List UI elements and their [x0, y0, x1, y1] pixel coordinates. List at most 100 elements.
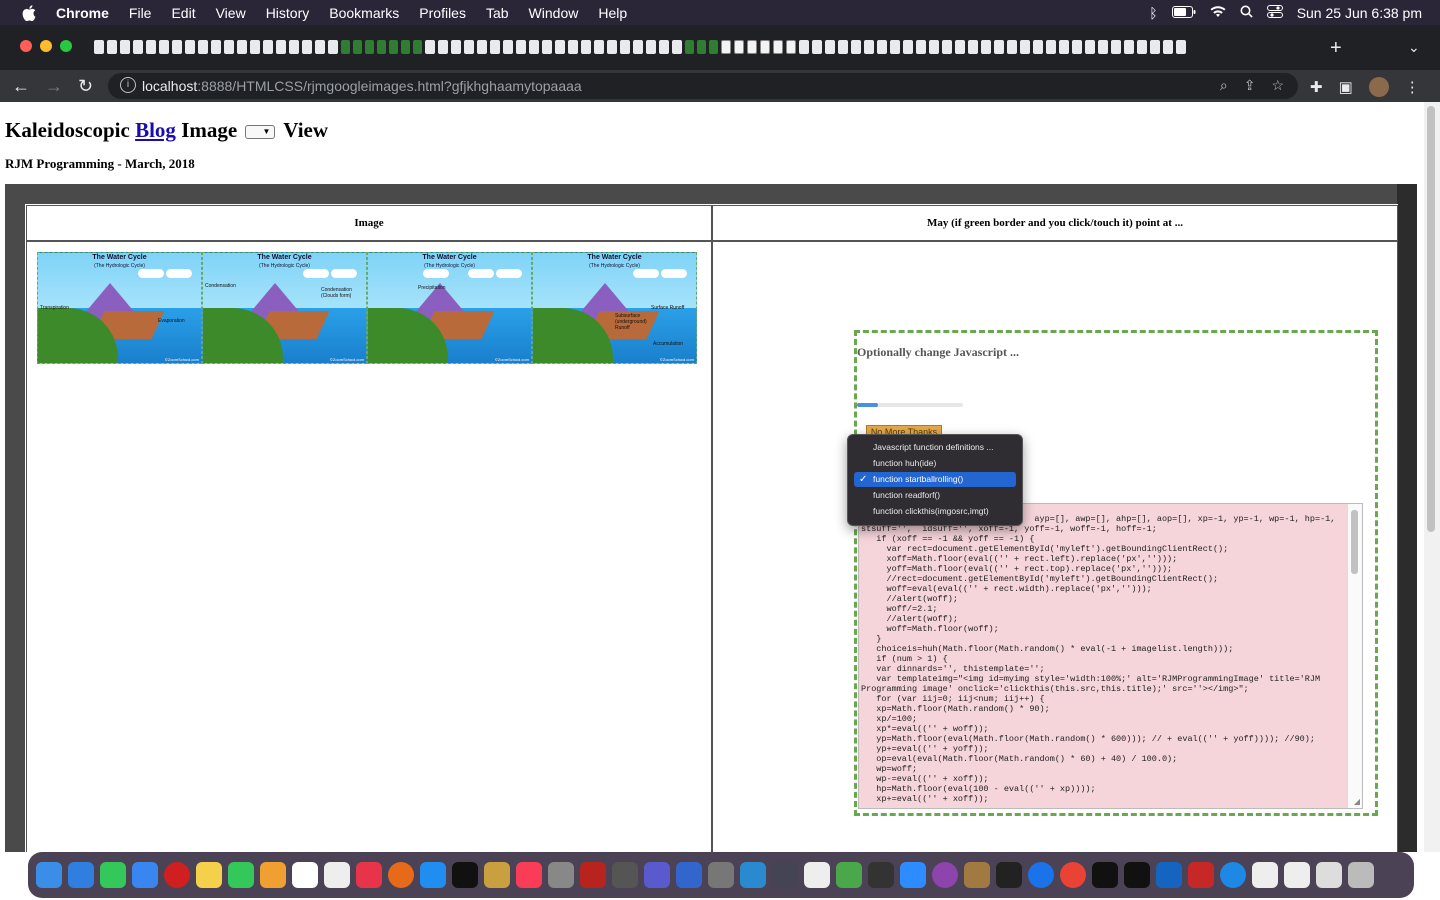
- tab[interactable]: [133, 40, 143, 54]
- apple-tv-icon[interactable]: [452, 862, 478, 888]
- tab[interactable]: [929, 40, 939, 54]
- xcode-icon[interactable]: [676, 862, 702, 888]
- function-select-dropdown[interactable]: Javascript function definitions ... func…: [847, 434, 1023, 526]
- tab[interactable]: [1033, 40, 1043, 54]
- tab[interactable]: [646, 40, 656, 54]
- filezilla-icon[interactable]: [580, 862, 606, 888]
- tab[interactable]: [224, 40, 234, 54]
- tab[interactable]: [438, 40, 448, 54]
- tab[interactable]: [1007, 40, 1017, 54]
- close-window-button[interactable]: [20, 40, 32, 52]
- share-icon[interactable]: ⇪: [1244, 77, 1256, 94]
- tab[interactable]: [685, 40, 694, 54]
- bookmark-star-icon[interactable]: ☆: [1271, 77, 1284, 94]
- water-cycle-image[interactable]: The Water Cycle (The Hydrologic Cycle) S…: [532, 252, 697, 364]
- profile-avatar[interactable]: [1368, 77, 1389, 97]
- tab[interactable]: [490, 40, 500, 54]
- maps-icon[interactable]: [836, 862, 862, 888]
- minimize-window-button[interactable]: [40, 40, 52, 52]
- water-cycle-image[interactable]: The Water Cycle (The Hydrologic Cycle) C…: [202, 252, 367, 364]
- tab[interactable]: [211, 40, 221, 54]
- tab[interactable]: [607, 40, 617, 54]
- opera-icon[interactable]: [164, 862, 190, 888]
- calendar-icon[interactable]: [292, 862, 318, 888]
- tab[interactable]: [146, 40, 156, 54]
- tab[interactable]: [581, 40, 591, 54]
- tab[interactable]: [94, 40, 104, 54]
- tab[interactable]: [890, 40, 900, 54]
- tab[interactable]: [542, 40, 552, 54]
- zoom-icon[interactable]: ⌕: [1220, 77, 1228, 94]
- menu-help[interactable]: Help: [598, 5, 627, 21]
- tab[interactable]: [237, 40, 247, 54]
- tab[interactable]: [425, 40, 435, 54]
- control-center-icon[interactable]: [1266, 4, 1283, 21]
- url-text[interactable]: localhost:8888/HTMLCSS/rjmgoogleimages.h…: [142, 78, 582, 94]
- folder-icon[interactable]: [1316, 862, 1342, 888]
- tab[interactable]: [159, 40, 169, 54]
- dropdown-option[interactable]: function readforf(): [854, 488, 1016, 503]
- tab[interactable]: [1176, 40, 1186, 54]
- tab[interactable]: [120, 40, 130, 54]
- dropdown-option-selected[interactable]: ✓ function startballrolling(): [854, 472, 1016, 487]
- info-icon[interactable]: i: [120, 77, 136, 93]
- tab[interactable]: [812, 40, 822, 54]
- textarea-scroll-thumb[interactable]: [1351, 510, 1358, 574]
- safari-icon[interactable]: [68, 862, 94, 888]
- tab[interactable]: [198, 40, 208, 54]
- tab-search-chevron-icon[interactable]: ⌄: [1408, 39, 1420, 56]
- tab[interactable]: [263, 40, 273, 54]
- tab[interactable]: [594, 40, 604, 54]
- forward-arrow-icon[interactable]: →: [45, 76, 63, 97]
- tab[interactable]: [1124, 40, 1134, 54]
- menu-view[interactable]: View: [216, 5, 246, 21]
- dropdown-option[interactable]: function huh(ide): [854, 456, 1016, 471]
- tab[interactable]: [981, 40, 991, 54]
- tab[interactable]: [276, 40, 286, 54]
- podcasts-icon[interactable]: [932, 862, 958, 888]
- tab[interactable]: [250, 40, 260, 54]
- page-scrollbar[interactable]: [1424, 102, 1440, 852]
- water-cycle-image[interactable]: The Water Cycle (The Hydrologic Cycle) T…: [37, 252, 202, 364]
- tab[interactable]: [903, 40, 913, 54]
- water-cycle-image[interactable]: The Water Cycle (The Hydrologic Cycle) P…: [367, 252, 532, 364]
- tab[interactable]: [413, 40, 422, 54]
- dropdown-option[interactable]: function clickthis(imgosrc,imgt): [854, 504, 1016, 519]
- tab[interactable]: [620, 40, 630, 54]
- notes-icon[interactable]: [196, 862, 222, 888]
- bbedit-icon[interactable]: [644, 862, 670, 888]
- app-icon[interactable]: [1028, 862, 1054, 888]
- app-icon[interactable]: [484, 862, 510, 888]
- app-icon[interactable]: [1188, 862, 1214, 888]
- menu-edit[interactable]: Edit: [171, 5, 195, 21]
- app-icon[interactable]: [740, 862, 766, 888]
- tab[interactable]: [341, 40, 350, 54]
- javascript-editor-panel[interactable]: Optionally change Javascript ... No More…: [854, 330, 1378, 816]
- photos-icon[interactable]: [260, 862, 286, 888]
- textarea-scrollbar[interactable]: [1347, 504, 1362, 808]
- menu-tab[interactable]: Tab: [486, 5, 509, 21]
- new-tab-button[interactable]: +: [1330, 37, 1342, 60]
- calculator-icon[interactable]: [612, 862, 638, 888]
- news-icon[interactable]: [356, 862, 382, 888]
- app-icon[interactable]: [1220, 862, 1246, 888]
- tab[interactable]: [877, 40, 887, 54]
- music-icon[interactable]: [516, 862, 542, 888]
- address-bar[interactable]: i localhost:8888/HTMLCSS/rjmgoogleimages…: [108, 73, 1298, 99]
- tab[interactable]: [672, 40, 682, 54]
- menu-bookmarks[interactable]: Bookmarks: [329, 5, 399, 21]
- resize-grip-icon[interactable]: ◢: [1354, 797, 1360, 806]
- javascript-textarea[interactable]: ayp=[], awp=[], ahp=[], aop=[], xp=-1, y…: [858, 503, 1363, 809]
- tab[interactable]: [659, 40, 669, 54]
- tab[interactable]: [315, 40, 325, 54]
- tab[interactable]: [942, 40, 952, 54]
- menu-file[interactable]: File: [129, 5, 152, 21]
- reminders-icon[interactable]: [324, 862, 350, 888]
- tab[interactable]: [172, 40, 182, 54]
- tab[interactable]: [1020, 40, 1030, 54]
- tab[interactable]: [799, 40, 809, 54]
- trash-icon[interactable]: [1348, 862, 1374, 888]
- tab[interactable]: [864, 40, 874, 54]
- reload-icon[interactable]: ↻: [78, 76, 93, 97]
- tab[interactable]: [401, 40, 410, 54]
